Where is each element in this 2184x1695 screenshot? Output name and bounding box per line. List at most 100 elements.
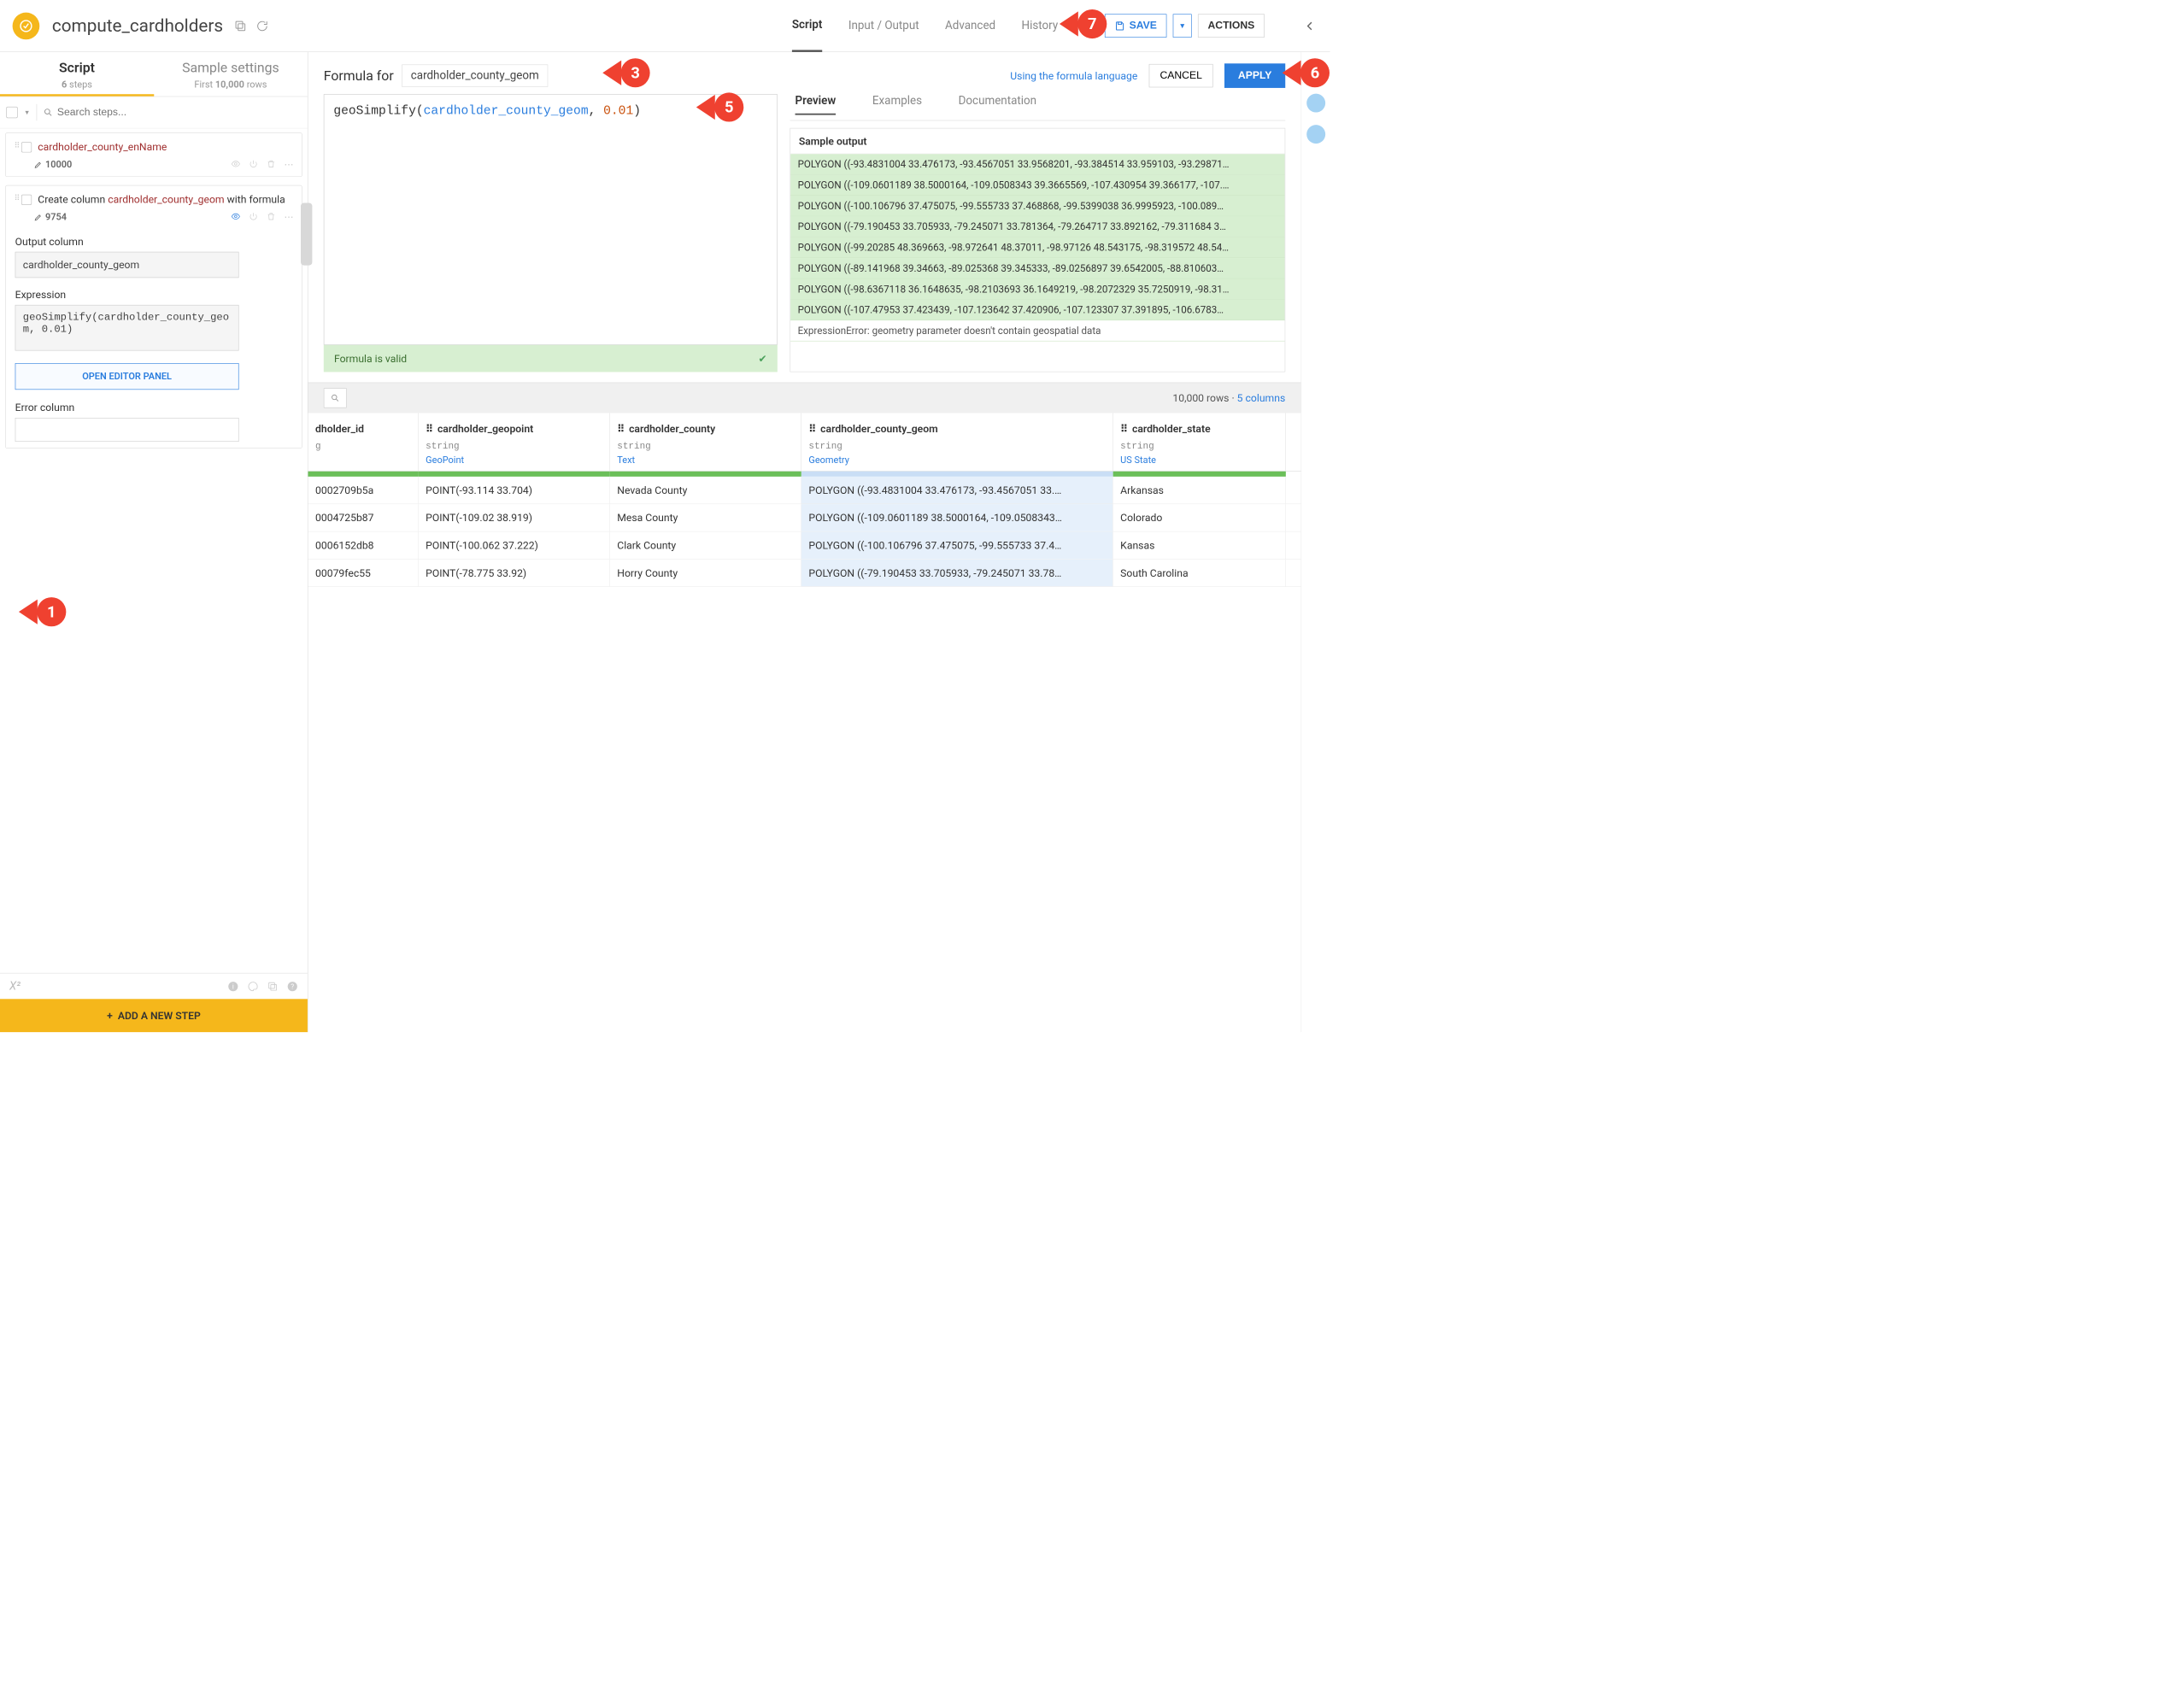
side-rail bbox=[1301, 52, 1330, 1032]
table-cell: POINT(-109.02 38.919) bbox=[419, 504, 610, 531]
save-icon bbox=[1115, 21, 1125, 31]
drag-icon: ⠿ bbox=[1120, 423, 1128, 436]
table-cell: POINT(-100.062 37.222) bbox=[419, 531, 610, 559]
superscript-icon[interactable]: X² bbox=[9, 980, 21, 993]
table-cell: 0002709b5a bbox=[308, 477, 419, 504]
pencil-icon bbox=[34, 213, 43, 221]
select-dropdown[interactable]: ▼ bbox=[24, 109, 30, 116]
table-row[interactable]: 0006152db8POINT(-100.062 37.222)Clark Co… bbox=[308, 531, 1301, 559]
palette-icon[interactable] bbox=[247, 981, 258, 992]
tab-documentation[interactable]: Documentation bbox=[959, 94, 1036, 114]
search-input[interactable] bbox=[57, 107, 302, 119]
eye-icon[interactable] bbox=[231, 212, 240, 221]
callout-7: 7 bbox=[1077, 9, 1107, 38]
formula-editor[interactable]: geoSimplify(cardholder_county_geom, 0.01… bbox=[324, 94, 778, 345]
apply-button[interactable]: APPLY bbox=[1224, 63, 1285, 88]
help-icon[interactable]: ? bbox=[287, 981, 298, 992]
data-grid: dholder_id g ⠿cardholder_geopoint string… bbox=[308, 413, 1301, 587]
step-checkbox[interactable] bbox=[21, 142, 32, 152]
plus-icon: + bbox=[107, 1009, 113, 1022]
formula-help-link[interactable]: Using the formula language bbox=[1010, 69, 1137, 82]
left-panel: Script 6 steps Sample settings First 10,… bbox=[0, 52, 308, 1032]
eye-icon[interactable] bbox=[231, 159, 240, 168]
open-editor-button[interactable]: OPEN EDITOR PANEL bbox=[15, 363, 239, 390]
table-cell: POINT(-78.775 33.92) bbox=[419, 560, 610, 587]
preview-row: POLYGON ((-89.141968 39.34663, -89.02536… bbox=[790, 258, 1285, 279]
drag-handle-icon[interactable]: ⠿ bbox=[14, 193, 16, 203]
preview-row: POLYGON ((-79.190453 33.705933, -79.2450… bbox=[790, 216, 1285, 237]
select-all-checkbox[interactable] bbox=[6, 107, 17, 118]
tab-sample-settings[interactable]: Sample settings First 10,000 rows bbox=[154, 52, 308, 97]
nav-script[interactable]: Script bbox=[792, 0, 823, 52]
table-cell: Colorado bbox=[1113, 504, 1286, 531]
table-row[interactable]: 0002709b5aPOINT(-93.114 33.704)Nevada Co… bbox=[308, 477, 1301, 504]
column-header[interactable]: dholder_id g bbox=[308, 413, 419, 472]
rail-chat-icon[interactable] bbox=[1306, 94, 1325, 113]
preview-row: POLYGON ((-99.20285 48.369663, -98.97264… bbox=[790, 238, 1285, 258]
pencil-icon bbox=[34, 161, 43, 169]
resize-handle[interactable] bbox=[301, 203, 312, 266]
callout-3: 3 bbox=[621, 58, 650, 87]
expression-label: Expression bbox=[15, 288, 293, 301]
nav-advanced[interactable]: Advanced bbox=[945, 1, 995, 51]
grid-search[interactable] bbox=[324, 388, 347, 408]
tab-examples[interactable]: Examples bbox=[872, 94, 922, 114]
preview-row: POLYGON ((-98.6367118 36.1648635, -98.21… bbox=[790, 279, 1285, 299]
formula-column[interactable]: cardholder_county_geom bbox=[402, 65, 548, 87]
table-cell: 0004725b87 bbox=[308, 504, 419, 531]
nav-input-output[interactable]: Input / Output bbox=[848, 1, 919, 51]
collapse-icon[interactable] bbox=[1303, 19, 1318, 33]
callout-1: 1 bbox=[37, 597, 66, 626]
preview-row: POLYGON ((-93.4831004 33.476173, -93.456… bbox=[790, 154, 1285, 174]
table-row[interactable]: 00079fec55POINT(-78.775 33.92)Horry Coun… bbox=[308, 560, 1301, 587]
preview-title: Sample output bbox=[790, 128, 1285, 154]
search-steps[interactable] bbox=[43, 107, 301, 119]
preview-error: ExpressionError: geometry parameter does… bbox=[790, 320, 1285, 341]
tab-script[interactable]: Script 6 steps bbox=[0, 52, 154, 97]
table-cell: Horry County bbox=[610, 560, 801, 587]
power-icon[interactable] bbox=[249, 212, 258, 221]
refresh-icon[interactable] bbox=[255, 19, 269, 32]
trash-icon[interactable] bbox=[267, 212, 276, 221]
top-header: compute_cardholders Script Input / Outpu… bbox=[0, 0, 1330, 52]
more-icon[interactable]: ⋯ bbox=[285, 212, 294, 223]
save-dropdown[interactable]: ▼ bbox=[1173, 14, 1192, 37]
column-header[interactable]: ⠿cardholder_geopoint string GeoPoint bbox=[419, 413, 610, 472]
actions-button[interactable]: ACTIONS bbox=[1198, 14, 1265, 37]
table-row[interactable]: 0004725b87POINT(-109.02 38.919)Mesa Coun… bbox=[308, 504, 1301, 531]
formula-label: Formula for bbox=[324, 67, 394, 83]
rail-history-icon[interactable] bbox=[1306, 125, 1325, 144]
tab-preview[interactable]: Preview bbox=[796, 94, 837, 114]
nav-history[interactable]: History bbox=[1022, 1, 1059, 51]
add-step-button[interactable]: + ADD A NEW STEP bbox=[0, 999, 308, 1032]
page-title: compute_cardholders bbox=[52, 15, 223, 36]
callout-6: 6 bbox=[1300, 58, 1330, 87]
step-card: ⠿ Create column cardholder_county_geom w… bbox=[5, 185, 302, 449]
drag-handle-icon[interactable]: ⠿ bbox=[14, 140, 16, 150]
preview-row: POLYGON ((-100.106796 37.475075, -99.555… bbox=[790, 196, 1285, 216]
step-checkbox[interactable] bbox=[21, 195, 32, 205]
power-icon[interactable] bbox=[249, 159, 258, 168]
column-header[interactable]: ⠿cardholder_state string US State bbox=[1113, 413, 1286, 472]
svg-text:i: i bbox=[232, 982, 234, 990]
column-header[interactable]: ⠿cardholder_county string Text bbox=[610, 413, 801, 472]
callout-5: 5 bbox=[714, 92, 743, 121]
drag-icon: ⠿ bbox=[426, 423, 433, 436]
copy-icon[interactable] bbox=[233, 19, 247, 32]
error-column-input[interactable] bbox=[15, 418, 239, 442]
cancel-button[interactable]: CANCEL bbox=[1149, 64, 1213, 87]
table-cell: Clark County bbox=[610, 531, 801, 559]
expression-input[interactable] bbox=[15, 305, 239, 351]
save-button[interactable]: SAVE bbox=[1105, 14, 1166, 37]
trash-icon[interactable] bbox=[267, 159, 276, 168]
info-icon[interactable]: i bbox=[227, 981, 238, 992]
columns-link[interactable]: 5 columns bbox=[1237, 392, 1286, 405]
step-card[interactable]: ⠿ cardholder_county_enName 10000 ⋯ bbox=[5, 132, 302, 177]
app-logo bbox=[13, 12, 40, 39]
output-column-label: Output column bbox=[15, 235, 293, 248]
table-cell: POINT(-93.114 33.704) bbox=[419, 477, 610, 504]
column-header[interactable]: ⠿cardholder_county_geom string Geometry bbox=[801, 413, 1113, 472]
copy-icon[interactable] bbox=[267, 981, 278, 992]
output-column-input[interactable]: cardholder_county_geom bbox=[15, 252, 239, 278]
more-icon[interactable]: ⋯ bbox=[285, 159, 294, 170]
